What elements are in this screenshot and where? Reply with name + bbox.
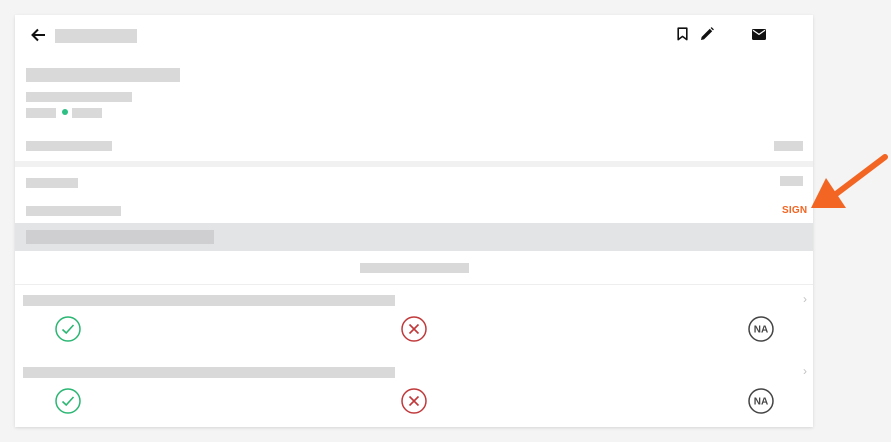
fail-button[interactable] bbox=[401, 388, 427, 414]
bookmark-icon bbox=[676, 27, 688, 41]
question-text-placeholder bbox=[23, 367, 395, 378]
na-circle-icon: NA bbox=[748, 388, 774, 414]
na-button[interactable]: NA bbox=[748, 388, 774, 414]
pass-button[interactable] bbox=[55, 316, 81, 342]
summary-value-placeholder bbox=[774, 141, 803, 151]
header-title-placeholder bbox=[55, 29, 137, 43]
na-button[interactable]: NA bbox=[748, 316, 774, 342]
section-separator bbox=[15, 161, 813, 167]
signature-label-placeholder bbox=[26, 206, 121, 216]
email-button[interactable] bbox=[751, 27, 767, 41]
back-button[interactable] bbox=[29, 27, 47, 43]
edit-button[interactable] bbox=[699, 26, 715, 42]
section-header-placeholder bbox=[26, 230, 214, 244]
document-title-placeholder bbox=[26, 68, 180, 82]
chevron-right-icon[interactable]: › bbox=[803, 292, 807, 306]
pencil-icon bbox=[701, 27, 714, 40]
status-dot bbox=[62, 109, 68, 115]
na-label: NA bbox=[754, 325, 768, 336]
section-label-placeholder bbox=[26, 178, 78, 188]
section-value-placeholder bbox=[780, 176, 803, 186]
pass-button[interactable] bbox=[55, 388, 81, 414]
sign-link[interactable]: SIGN bbox=[782, 205, 807, 216]
check-circle-icon bbox=[55, 316, 81, 342]
section-subheader-placeholder bbox=[360, 263, 469, 273]
inspection-card: SIGN › NA › NA bbox=[15, 15, 813, 427]
chevron-right-icon[interactable]: › bbox=[803, 364, 807, 378]
na-label: NA bbox=[754, 397, 768, 408]
check-circle-icon bbox=[55, 388, 81, 414]
na-circle-icon: NA bbox=[748, 316, 774, 342]
bookmark-button[interactable] bbox=[675, 26, 689, 42]
x-circle-icon bbox=[401, 316, 427, 342]
x-circle-icon bbox=[401, 388, 427, 414]
summary-label-placeholder bbox=[26, 141, 112, 151]
divider bbox=[15, 284, 813, 285]
arrow-left-icon bbox=[31, 28, 45, 42]
meta-right-placeholder bbox=[72, 108, 102, 118]
envelope-icon bbox=[752, 28, 766, 40]
question-text-placeholder bbox=[23, 295, 395, 306]
fail-button[interactable] bbox=[401, 316, 427, 342]
document-subtitle-placeholder bbox=[26, 92, 132, 102]
meta-left-placeholder bbox=[26, 108, 56, 118]
section-header-band bbox=[15, 223, 813, 251]
